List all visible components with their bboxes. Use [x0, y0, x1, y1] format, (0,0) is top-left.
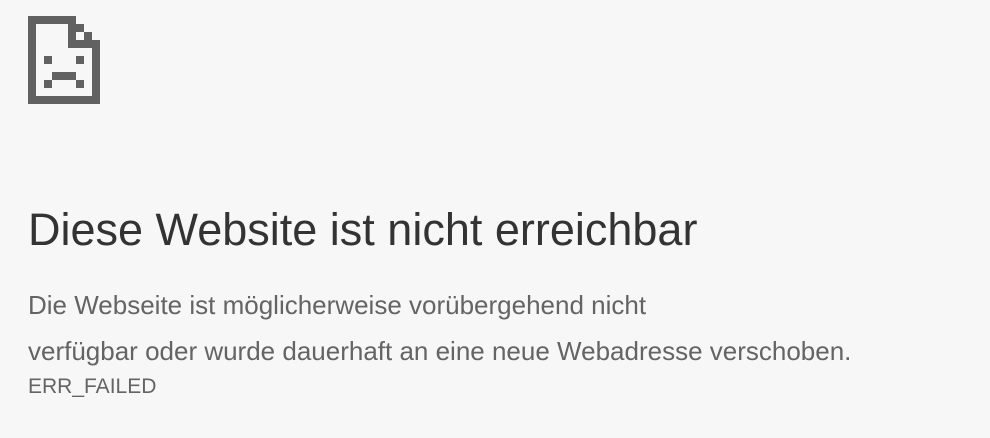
- page-title: Diese Website ist nicht erreichbar: [28, 204, 698, 255]
- error-message: Die Webseite ist möglicherweise vorüberg…: [28, 290, 852, 366]
- error-page: Diese Website ist nicht erreichbar Die W…: [28, 16, 978, 400]
- error-code: ERR_FAILED: [28, 375, 157, 398]
- sad-document-icon: [28, 16, 100, 104]
